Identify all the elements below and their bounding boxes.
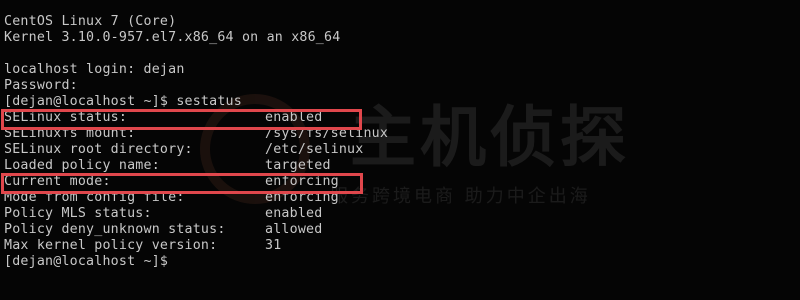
terminal-line: Password: — [4, 78, 78, 94]
terminal-line-text: CentOS Linux 7 (Core) — [4, 14, 177, 29]
terminal-line-value: targeted — [265, 158, 331, 173]
highlight-selinux-status — [1, 109, 362, 130]
terminal-line-text: Policy deny_unknown status: — [4, 222, 226, 237]
terminal-line-text: Loaded policy name: — [4, 158, 160, 173]
terminal-line: Kernel 3.10.0-957.el7.x86_64 on an x86_6… — [4, 30, 340, 46]
terminal-line-text: Policy MLS status: — [4, 206, 152, 221]
terminal-line: [dejan@localhost ~]$ — [4, 254, 168, 270]
terminal-line: CentOS Linux 7 (Core) — [4, 14, 176, 30]
terminal-line: Loaded policy name: targeted — [4, 158, 330, 174]
watermark-title: 主机侦探 — [350, 99, 630, 176]
terminal-line: localhost login: dejan — [4, 62, 185, 78]
terminal-line-text: [dejan@localhost ~]$ — [4, 254, 169, 269]
terminal-line-text: localhost login: dejan — [4, 62, 185, 77]
terminal-line-text: Max kernel policy version: — [4, 238, 218, 253]
terminal-line-text: SELinux root directory: — [4, 142, 193, 157]
terminal-line-value: /etc/selinux — [265, 142, 364, 157]
terminal-line: Max kernel policy version: 31 — [4, 238, 281, 254]
terminal-line-value: enabled — [265, 206, 323, 221]
terminal-line-text: Kernel 3.10.0-957.el7.x86_64 on an x86_6… — [4, 30, 341, 45]
terminal-line: Policy deny_unknown status: allowed — [4, 222, 322, 238]
terminal-line-value: 31 — [265, 238, 282, 253]
terminal-console[interactable]: 主机侦探 服务跨境电商 助力中企出海 CentOS Linux 7 (Core)… — [0, 0, 800, 300]
terminal-line-text: Password: — [4, 78, 78, 93]
highlight-current-mode — [1, 173, 363, 194]
watermark-subtitle: 服务跨境电商 助力中企出海 — [330, 186, 591, 207]
terminal-line: [dejan@localhost ~]$ sestatus — [4, 94, 242, 110]
terminal-line: Policy MLS status: enabled — [4, 206, 322, 222]
watermark: 主机侦探 服务跨境电商 助力中企出海 — [190, 78, 650, 218]
terminal-line-text: [dejan@localhost ~]$ sestatus — [4, 94, 242, 109]
terminal-line: SELinux root directory: /etc/selinux — [4, 142, 363, 158]
terminal-line-value: allowed — [265, 222, 323, 237]
